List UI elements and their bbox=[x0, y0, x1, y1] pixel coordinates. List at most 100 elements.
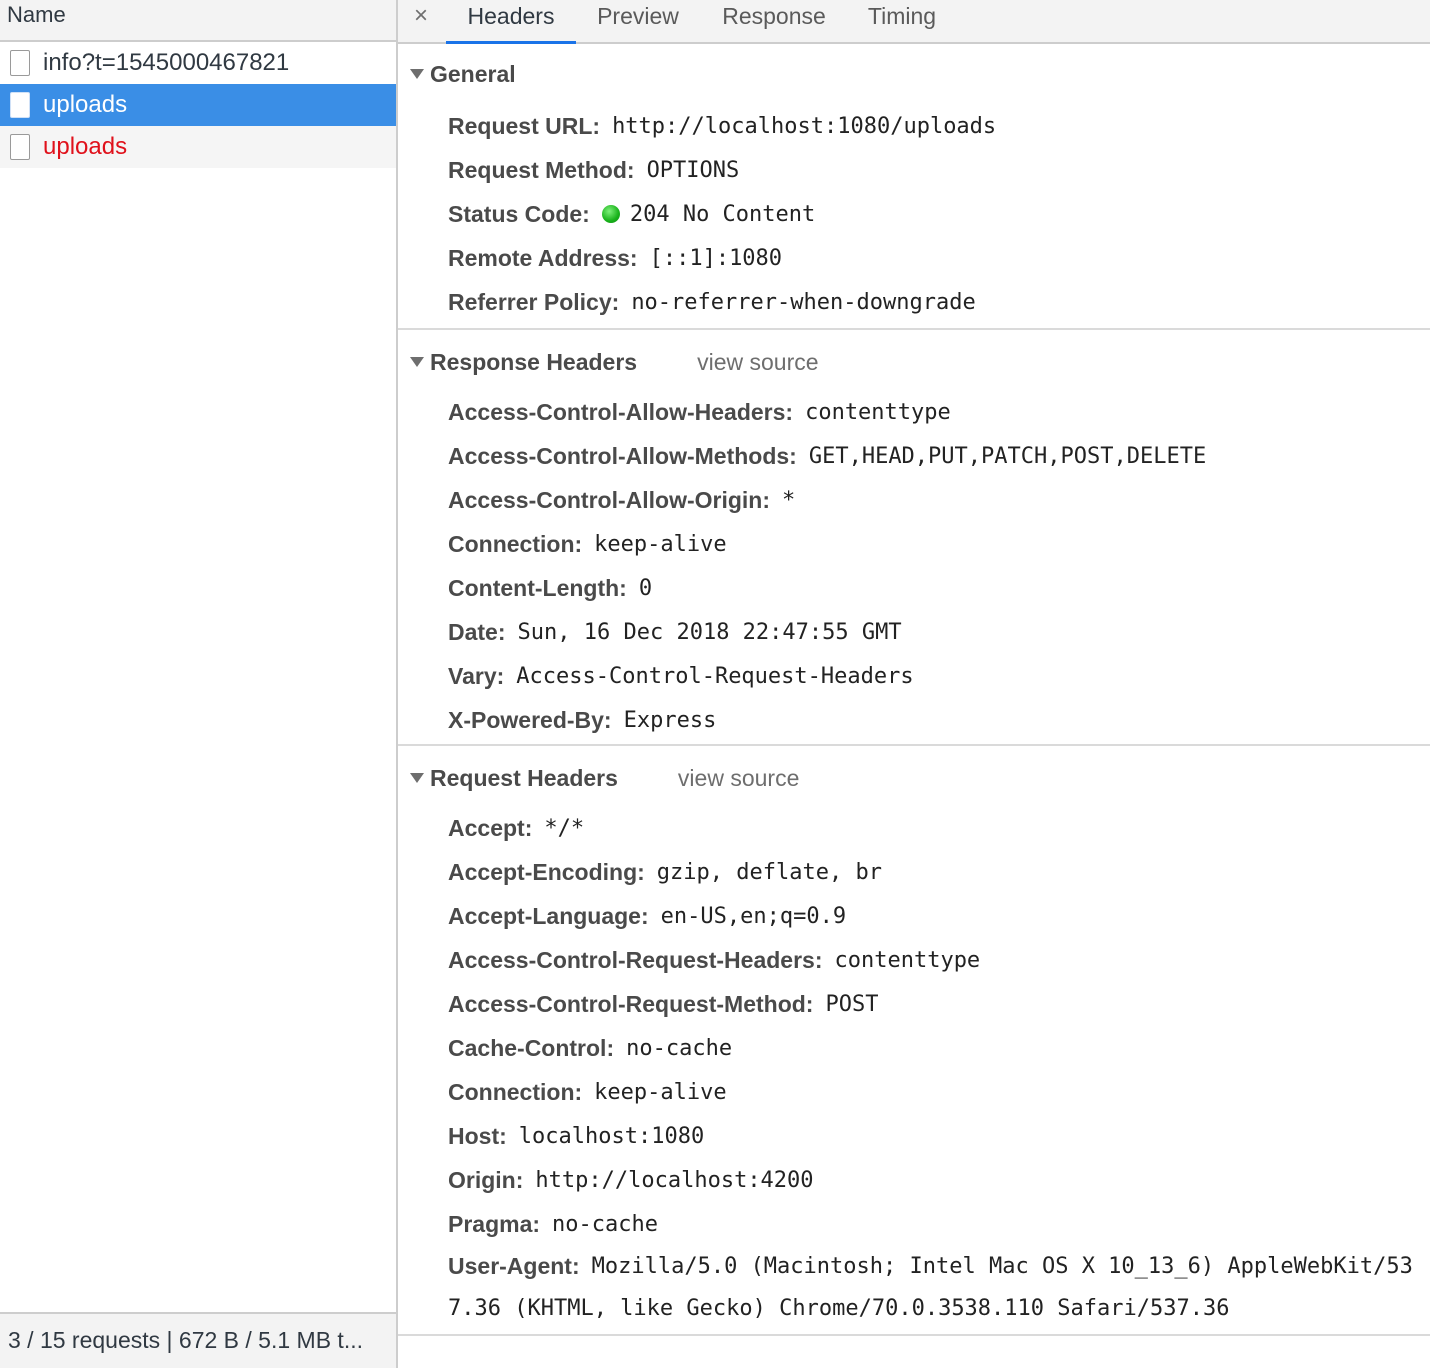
header-value: http://localhost:1080/uploads bbox=[612, 113, 997, 139]
header-row: Cache-Control: no-cache bbox=[448, 1026, 1430, 1070]
header-name: Connection: bbox=[448, 530, 583, 557]
header-row: Referrer Policy: no-referrer-when-downgr… bbox=[448, 280, 1430, 324]
section-title: Response Headers bbox=[430, 348, 638, 375]
header-row: Connection: keep-alive bbox=[448, 522, 1430, 566]
header-row: Access-Control-Request-Method: POST bbox=[448, 982, 1430, 1026]
header-value: Sun, 16 Dec 2018 22:47:55 GMT bbox=[517, 619, 902, 645]
header-name: Accept-Language: bbox=[448, 902, 649, 929]
header-row: Remote Address: [::1]:1080 bbox=[448, 236, 1430, 280]
header-name: Pragma: bbox=[448, 1210, 541, 1237]
header-row: Accept: */* bbox=[448, 806, 1430, 850]
header-name: Accept: bbox=[448, 814, 533, 841]
request-row-error[interactable]: uploads bbox=[0, 126, 396, 168]
header-row: Host: localhost:1080 bbox=[448, 1114, 1430, 1158]
header-value: en-US,en;q=0.9 bbox=[660, 903, 847, 929]
header-row: Vary: Access-Control-Request-Headers bbox=[448, 654, 1430, 698]
header-value: 7.36 (KHTML, like Gecko) Chrome/70.0.353… bbox=[448, 1295, 1230, 1321]
tab-preview[interactable]: Preview bbox=[588, 0, 688, 44]
header-row: X-Powered-By: Express bbox=[448, 698, 1430, 742]
header-row: Status Code: 204 No Content bbox=[448, 192, 1430, 236]
header-value: no-cache bbox=[552, 1211, 659, 1237]
header-name: Vary: bbox=[448, 662, 505, 689]
header-row: Access-Control-Request-Headers: contentty… bbox=[448, 938, 1430, 982]
triangle-down-icon bbox=[410, 69, 424, 79]
close-icon[interactable]: × bbox=[414, 2, 428, 30]
header-row: Content-Length: 0 bbox=[448, 566, 1430, 610]
header-name: Content-Length: bbox=[448, 574, 627, 601]
request-headers-toggle[interactable]: Request Headers view source bbox=[398, 746, 1430, 806]
header-name: Referrer Policy: bbox=[448, 288, 620, 315]
header-name: Access-Control-Allow-Origin: bbox=[448, 486, 771, 513]
header-row: Pragma: no-cache bbox=[448, 1202, 1430, 1246]
document-icon bbox=[10, 50, 30, 76]
header-value: no-cache bbox=[626, 1035, 733, 1061]
header-value: GET,HEAD,PUT,PATCH,POST,DELETE bbox=[808, 443, 1207, 469]
header-name: Host: bbox=[448, 1122, 507, 1149]
request-headers-section: Request Headers view source Accept: */* A… bbox=[398, 746, 1430, 1336]
header-row: Access-Control-Allow-Origin: * bbox=[448, 478, 1430, 522]
header-name: Request Method: bbox=[448, 156, 635, 183]
header-value: contenttype bbox=[834, 947, 981, 973]
header-row: Date: Sun, 16 Dec 2018 22:47:55 GMT bbox=[448, 610, 1430, 654]
header-name: Date: bbox=[448, 618, 506, 645]
details-tabbar: × Headers Preview Response Timing bbox=[398, 0, 1430, 44]
triangle-down-icon bbox=[410, 773, 424, 783]
header-value: contenttype bbox=[805, 399, 951, 425]
response-headers-toggle[interactable]: Response Headers view source bbox=[398, 330, 1430, 390]
header-name: X-Powered-By: bbox=[448, 706, 612, 733]
document-icon bbox=[10, 92, 30, 118]
tab-headers[interactable]: Headers bbox=[446, 0, 576, 44]
general-toggle[interactable]: General bbox=[398, 44, 1430, 104]
general-section: General Request URL: http://localhost:10… bbox=[398, 44, 1430, 330]
header-name: Cache-Control: bbox=[448, 1034, 615, 1061]
header-value: * bbox=[782, 487, 796, 513]
header-name: Request URL: bbox=[448, 112, 601, 139]
header-name: Accept-Encoding: bbox=[448, 858, 645, 885]
header-value: */* bbox=[544, 815, 585, 841]
request-row[interactable]: info?t=1545000467821 bbox=[0, 42, 396, 84]
section-title: Request Headers bbox=[430, 764, 618, 791]
header-name: User-Agent: bbox=[448, 1252, 580, 1279]
header-name: Status Code: bbox=[448, 200, 590, 227]
header-name: Access-Control-Request-Headers: bbox=[448, 946, 823, 973]
tab-response[interactable]: Response bbox=[714, 0, 834, 44]
name-column-header[interactable]: Name bbox=[0, 0, 396, 42]
header-name: Access-Control-Allow-Methods: bbox=[448, 442, 797, 469]
header-value: localhost:1080 bbox=[518, 1123, 705, 1149]
header-row-user-agent-cont: 7.36 (KHTML, like Gecko) Chrome/70.0.353… bbox=[448, 1286, 1430, 1330]
request-name: uploads bbox=[43, 91, 128, 118]
header-name: Remote Address: bbox=[448, 244, 638, 271]
header-row: Access-Control-Allow-Methods: GET,HEAD,PU… bbox=[448, 434, 1430, 478]
header-value: no-referrer-when-downgrade bbox=[631, 289, 976, 315]
header-value: Mozilla/5.0 (Macintosh; Intel Mac OS X 1… bbox=[591, 1253, 1413, 1279]
header-row: Connection: keep-alive bbox=[448, 1070, 1430, 1114]
header-name: Connection: bbox=[448, 1078, 583, 1105]
request-row-selected[interactable]: uploads bbox=[0, 84, 396, 126]
triangle-down-icon bbox=[410, 357, 424, 367]
header-value: http://localhost:4200 bbox=[535, 1167, 814, 1193]
tab-timing[interactable]: Timing bbox=[860, 0, 944, 44]
header-value: Express bbox=[623, 707, 717, 733]
header-row: Request URL: http://localhost:1080/uploa… bbox=[448, 104, 1430, 148]
details-panel: × Headers Preview Response Timing Genera… bbox=[398, 0, 1430, 1368]
header-name: Origin: bbox=[448, 1166, 524, 1193]
header-value: gzip, deflate, br bbox=[656, 859, 882, 885]
request-name: uploads bbox=[43, 133, 128, 160]
header-value: keep-alive bbox=[594, 531, 727, 557]
response-headers-section: Response Headers view source Access-Cont… bbox=[398, 330, 1430, 746]
header-name: Access-Control-Allow-Headers: bbox=[448, 398, 794, 425]
view-source-link[interactable]: view source bbox=[678, 765, 799, 792]
header-value: OPTIONS bbox=[646, 157, 740, 183]
request-name: info?t=1545000467821 bbox=[43, 49, 290, 76]
header-name: Access-Control-Request-Method: bbox=[448, 990, 814, 1017]
document-icon bbox=[10, 134, 30, 160]
status-summary: 3 / 15 requests | 672 B / 5.1 MB t... bbox=[0, 1312, 396, 1368]
header-row: Origin: http://localhost:4200 bbox=[448, 1158, 1430, 1202]
header-row: Accept-Encoding: gzip, deflate, br bbox=[448, 850, 1430, 894]
header-row-user-agent: User-Agent: Mozilla/5.0 (Macintosh; Inte… bbox=[448, 1246, 1430, 1286]
header-value: 0 bbox=[638, 575, 653, 601]
requests-panel: Name info?t=1545000467821 uploads upload… bbox=[0, 0, 398, 1368]
view-source-link[interactable]: view source bbox=[697, 349, 818, 376]
status-ok-icon bbox=[601, 205, 620, 223]
header-row: Access-Control-Allow-Headers: contenttype bbox=[448, 390, 1430, 434]
